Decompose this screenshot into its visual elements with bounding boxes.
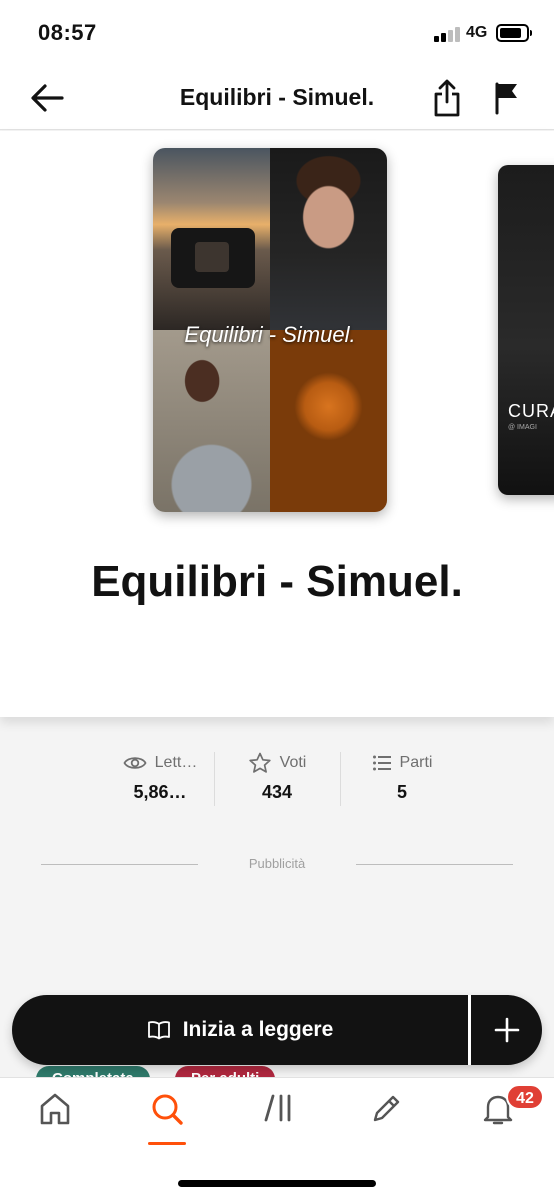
stat-reads-label: Lett… [154, 754, 198, 771]
open-book-icon [147, 1021, 170, 1040]
plus-icon [494, 1017, 519, 1043]
search-icon [152, 1094, 183, 1125]
story-stats: Lett… 5,86… Voti 434 Parti 5 [105, 748, 454, 808]
stat-parts-value: 5 [396, 782, 407, 802]
stat-votes: Voti 434 [222, 748, 332, 808]
network-type: 4G [466, 24, 488, 41]
back-button[interactable] [26, 78, 68, 118]
report-button[interactable] [488, 78, 526, 118]
flag-icon [495, 82, 517, 115]
home-icon [40, 1093, 70, 1125]
stat-votes-value: 434 [261, 782, 293, 802]
status-bar: 08:57 4G [0, 0, 554, 66]
active-tab-indicator [148, 1142, 186, 1145]
share-button[interactable] [428, 76, 466, 120]
cover-photo-basketball [270, 330, 387, 512]
pencil-icon [373, 1095, 400, 1122]
list-icon [372, 755, 391, 771]
tab-search[interactable] [137, 1092, 197, 1142]
share-icon [434, 79, 460, 117]
tab-library[interactable] [248, 1092, 308, 1142]
eye-icon [123, 757, 147, 769]
stat-parts-label: Parti [399, 754, 433, 771]
add-to-library-button[interactable] [471, 995, 542, 1065]
nav-bar: Equilibri - Simuel. [0, 66, 554, 130]
stat-divider [340, 752, 341, 806]
stat-parts: Parti 5 [347, 748, 457, 808]
stat-votes-label: Voti [279, 754, 307, 771]
nav-title: Equilibri - Simuel. [179, 84, 375, 110]
arrow-left-icon [31, 84, 64, 112]
cover-title-text: Equilibri - Simuel. [184, 322, 356, 347]
start-reading-button[interactable]: Inizia a leggere [12, 995, 468, 1065]
stat-divider [214, 752, 215, 806]
stat-reads-value: 5,86… [133, 782, 187, 802]
story-title: Equilibri - Simuel. [91, 557, 463, 606]
ad-separator: Pubblicità [41, 856, 513, 874]
notification-badge: 42 [506, 1084, 544, 1110]
battery-icon [496, 24, 532, 42]
story-header: Equilibri - Simuel. CURAF @ IMAGI Equili… [0, 131, 554, 717]
next-story-cover[interactable]: CURAF @ IMAGI [498, 165, 554, 495]
tab-home[interactable] [25, 1092, 85, 1142]
ad-line-right [356, 864, 513, 865]
library-icon [264, 1094, 291, 1122]
next-cover-text: CURAF [508, 401, 554, 421]
signal-strength-icon [434, 26, 460, 42]
read-action-bar: Inizia a leggere [12, 995, 542, 1065]
story-cover[interactable]: Equilibri - Simuel. [153, 148, 387, 512]
start-reading-label: Inizia a leggere [182, 1018, 334, 1041]
star-icon [249, 752, 271, 773]
home-indicator [178, 1180, 376, 1187]
cover-photo-sunset-camera [153, 148, 270, 330]
stat-reads: Lett… 5,86… [105, 748, 215, 808]
tab-write[interactable] [356, 1092, 416, 1142]
status-time: 08:57 [38, 20, 97, 45]
next-cover-subtext: @ IMAGI [508, 424, 537, 431]
cover-photo-portrait [270, 148, 387, 330]
cover-photo-sitting [153, 330, 270, 512]
